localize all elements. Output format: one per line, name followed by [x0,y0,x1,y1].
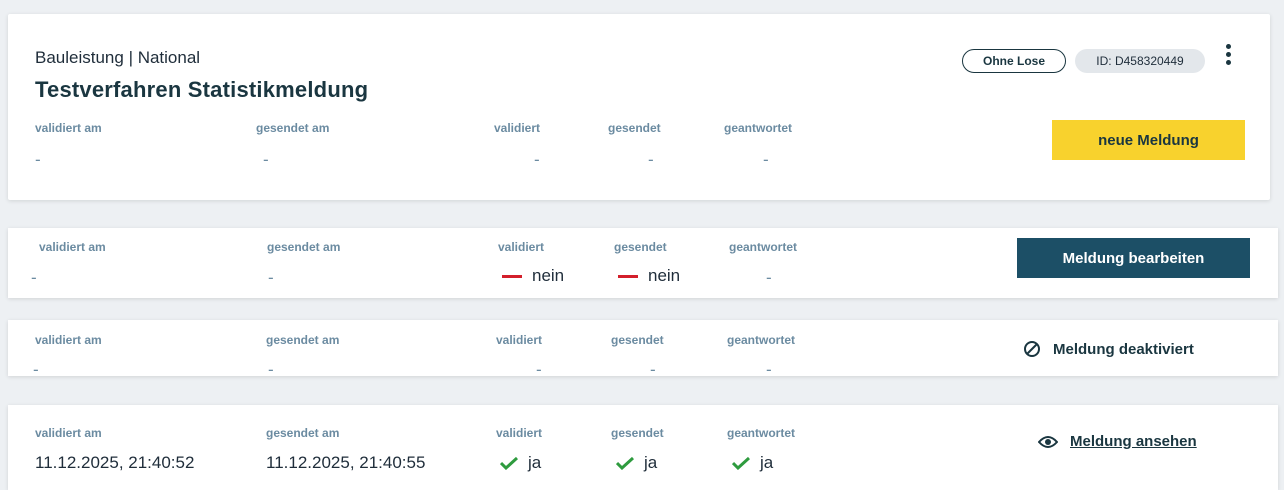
row-sent-at: - [268,268,274,287]
procedure-card: Bauleistung | National Testverfahren Sta… [8,14,1270,200]
new-report-button[interactable]: neue Meldung [1052,120,1245,160]
row-validated-at: 11.12.2025, 21:40:52 [35,453,195,472]
label-sent-at: gesendet am [266,426,340,440]
row-answered: - [766,360,772,379]
lots-badge: Ohne Lose [962,49,1066,73]
label-validated-at: validiert am [35,426,102,440]
summary-validated: - [534,150,540,169]
label-sent: gesendet [614,240,667,254]
check-icon [500,456,518,470]
check-icon [616,456,634,470]
more-vertical-icon[interactable] [1223,44,1233,68]
summary-sent-at: - [263,150,269,169]
id-badge: ID: D458320449 [1075,49,1205,73]
dash-icon [618,274,638,278]
label-validated: validiert [496,333,543,347]
eye-icon [1038,435,1058,448]
label-answered: geantwortet [729,240,798,254]
row-answered: ja [760,453,774,472]
report-disabled-status: Meldung deaktiviert [1023,340,1194,358]
label-answered: geantwortet [727,426,796,440]
row-answered: - [766,268,772,287]
row-sent-at: - [268,360,274,379]
summary-sent: - [648,150,654,169]
label-answered: geantwortet [724,121,793,135]
row-validated: nein [532,266,565,285]
check-icon [732,456,750,470]
label-sent-at: gesendet am [267,240,341,254]
ban-icon [1024,341,1040,357]
report-row: validiert am gesendet am validiert gesen… [8,320,1278,379]
label-sent: gesendet [611,333,664,347]
label-sent: gesendet [611,426,664,440]
row-sent: ja [644,453,658,472]
label-validated-at: validiert am [35,333,102,347]
row-validated-at: - [31,268,37,287]
label-validated-at: validiert am [39,240,106,254]
edit-report-button[interactable]: Meldung bearbeiten [1017,238,1250,278]
row-validated: - [536,360,542,379]
summary-validated-at: - [35,150,41,169]
procedure-type: Bauleistung | National [35,48,201,67]
report-row: validiert am gesendet am validiert gesen… [8,405,1278,490]
summary-answered: - [763,150,769,169]
label-validated: validiert [496,426,543,440]
row-sent: - [650,360,656,379]
view-report-link[interactable]: Meldung ansehen [1038,433,1197,450]
row-validated-at: - [33,360,39,379]
label-sent-at: gesendet am [266,333,340,347]
procedure-title: Testverfahren Statistikmeldung [35,77,369,102]
label-validated: validiert [494,121,541,135]
label-sent-at: gesendet am [256,121,330,135]
report-row: validiert am gesendet am validiert gesen… [8,228,1278,298]
dash-icon [502,274,522,278]
row-sent: nein [648,266,681,285]
label-answered: geantwortet [727,333,796,347]
row-validated: ja [528,453,542,472]
row-sent-at: 11.12.2025, 21:40:55 [266,453,426,472]
label-validated-at: validiert am [35,121,102,135]
label-sent: gesendet [608,121,661,135]
label-validated: validiert [498,240,545,254]
